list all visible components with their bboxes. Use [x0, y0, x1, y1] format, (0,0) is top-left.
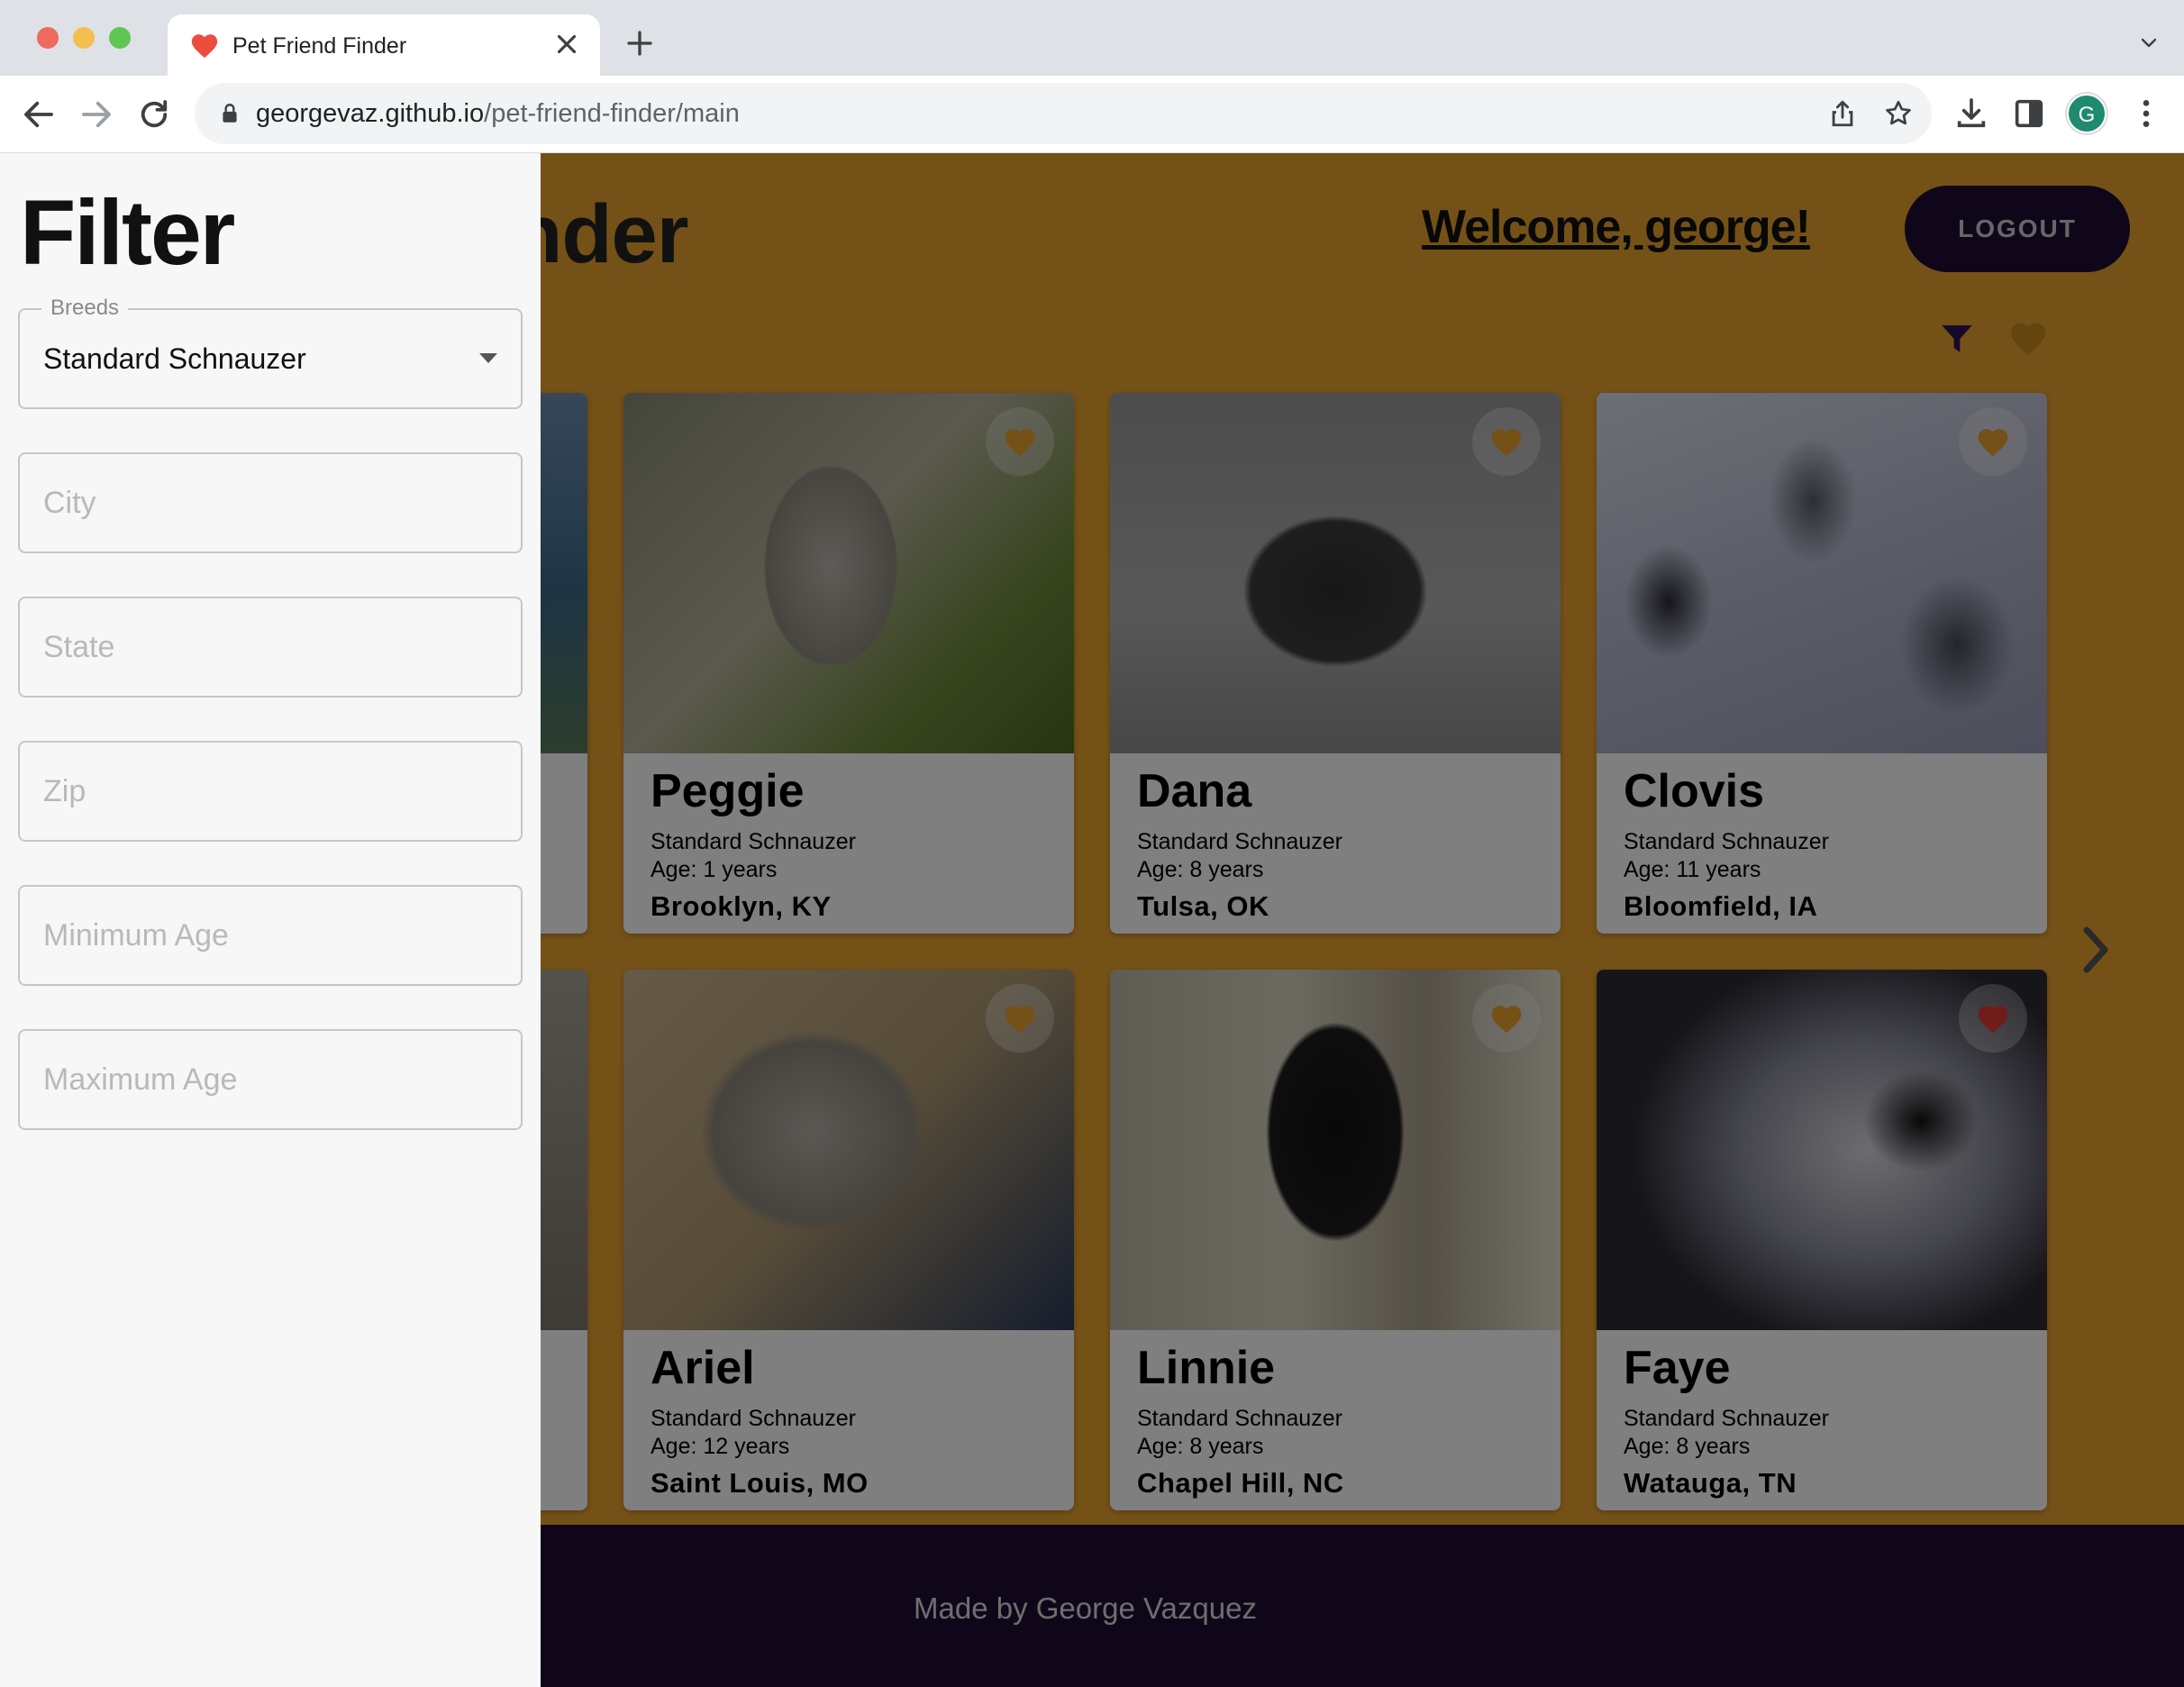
state-input[interactable]	[20, 598, 521, 696]
state-field[interactable]	[18, 597, 523, 698]
reload-icon[interactable]	[135, 96, 173, 133]
bookmark-star-icon[interactable]	[1883, 98, 1914, 129]
breeds-label: Breeds	[41, 296, 129, 321]
window-maximize-button[interactable]	[109, 27, 131, 49]
filter-drawer: Filter Breeds Standard Schnauzer	[0, 153, 541, 1687]
heart-favicon-icon	[191, 34, 218, 59]
url-text[interactable]: georgevaz.github.io/pet-friend-finder/ma…	[256, 96, 740, 131]
browser-tab-active[interactable]: Pet Friend Finder	[168, 14, 600, 76]
lock-icon[interactable]	[218, 101, 241, 126]
tab-search-chevron-icon[interactable]	[2135, 32, 2162, 54]
browser-toolbar: georgevaz.github.io/pet-friend-finder/ma…	[0, 76, 2184, 153]
min-age-input[interactable]	[20, 887, 521, 984]
dropdown-caret-icon	[479, 353, 497, 363]
city-input[interactable]	[20, 454, 521, 552]
city-field[interactable]	[18, 452, 523, 553]
breeds-select[interactable]: Breeds Standard Schnauzer	[18, 296, 523, 409]
max-age-field[interactable]	[18, 1029, 523, 1130]
share-icon[interactable]	[1827, 98, 1858, 129]
browser-tab-bar: Pet Friend Finder	[0, 0, 2184, 76]
profile-avatar[interactable]: G	[2067, 94, 2107, 133]
max-age-input[interactable]	[20, 1031, 521, 1128]
zip-field[interactable]	[18, 741, 523, 842]
window-close-button[interactable]	[37, 27, 59, 49]
breeds-selected-value: Standard Schnauzer	[43, 342, 306, 375]
zip-input[interactable]	[20, 743, 521, 840]
forward-arrow-icon[interactable]	[77, 96, 115, 133]
address-bar[interactable]: georgevaz.github.io/pet-friend-finder/ma…	[195, 83, 1932, 144]
side-panel-icon[interactable]	[2011, 96, 2047, 132]
filter-title: Filter	[20, 181, 235, 284]
download-icon[interactable]	[1953, 96, 1989, 132]
url-host: georgevaz.github.io	[256, 99, 485, 128]
back-arrow-icon[interactable]	[20, 96, 58, 133]
new-tab-icon[interactable]	[623, 27, 656, 59]
min-age-field[interactable]	[18, 885, 523, 986]
window-minimize-button[interactable]	[73, 27, 95, 49]
tab-close-icon[interactable]	[551, 29, 582, 59]
url-path: /pet-friend-finder/main	[484, 99, 740, 128]
tab-title: Pet Friend Finder	[232, 33, 407, 59]
kebab-menu-icon[interactable]	[2128, 96, 2164, 132]
